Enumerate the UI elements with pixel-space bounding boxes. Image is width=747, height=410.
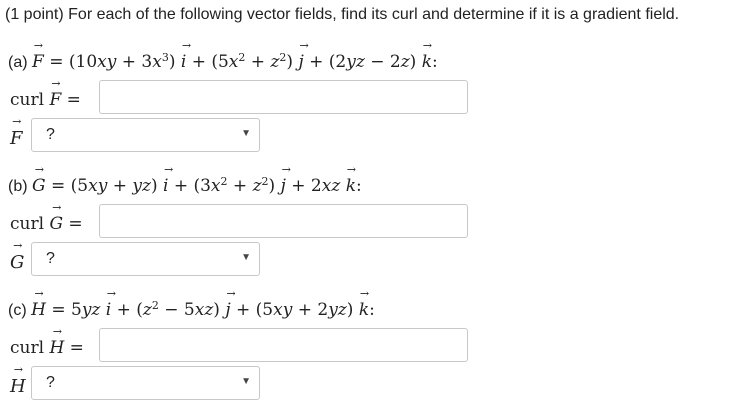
part-label-a: (a) xyxy=(8,54,28,71)
caret-down-icon: ▼ xyxy=(241,128,251,139)
select-var-c: H xyxy=(10,364,26,397)
equation-a: (a) F = (10xy + 3x3) i + (5x2 + z2) j + … xyxy=(8,40,438,72)
curl-label-c: curl H = xyxy=(10,326,84,358)
equation-b: (b) G = (5xy + yz) i + (3x2 + z2) j + 2x… xyxy=(8,164,362,196)
select-value-b: ? xyxy=(46,250,55,267)
gradient-select-c[interactable]: ? ▼ xyxy=(31,366,260,400)
part-label-b: (b) xyxy=(8,178,28,195)
select-value-a: ? xyxy=(46,126,55,143)
vector-G: G xyxy=(32,164,46,196)
equation-b-formula: G = (5xy + yz) i + (3x2 + z2) j + 2xz k: xyxy=(32,164,362,196)
equation-c: (c) H = 5yz i + (z2 − 5xz) j + (5xy + 2y… xyxy=(8,288,375,320)
select-value-c: ? xyxy=(46,374,55,391)
curl-input-b[interactable] xyxy=(99,204,468,238)
curl-input-c[interactable] xyxy=(99,328,468,362)
gradient-select-a[interactable]: ? ▼ xyxy=(31,118,260,152)
equation-a-formula: F = (10xy + 3x3) i + (5x2 + z2) j + (2yz… xyxy=(32,40,438,72)
curl-label-b: curl G = xyxy=(10,202,83,234)
caret-down-icon: ▼ xyxy=(241,376,251,387)
gradient-select-b[interactable]: ? ▼ xyxy=(31,242,260,276)
vector-F: F xyxy=(32,40,44,72)
curl-label-a: curl F = xyxy=(10,78,81,110)
part-label-c: (c) xyxy=(8,302,27,319)
question-intro: (1 point) For each of the following vect… xyxy=(5,6,680,23)
curl-input-a[interactable] xyxy=(99,80,468,114)
select-var-a: F xyxy=(10,116,23,149)
caret-down-icon: ▼ xyxy=(241,252,251,263)
equation-c-formula: H = 5yz i + (z2 − 5xz) j + (5xy + 2yz) k… xyxy=(31,288,375,320)
vector-H: H xyxy=(31,288,46,320)
select-var-b: G xyxy=(10,240,25,273)
